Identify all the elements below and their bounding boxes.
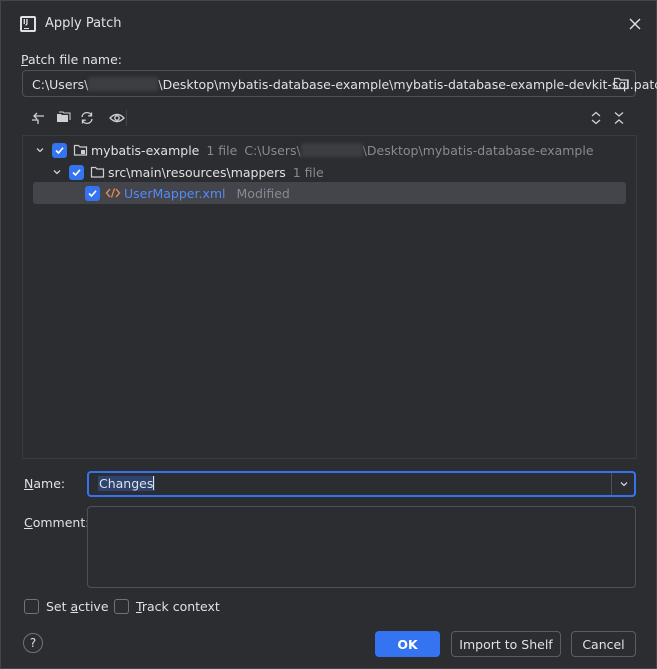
- set-active-checkbox[interactable]: [24, 599, 39, 614]
- folder-icon: [613, 77, 629, 90]
- module-path: C:\Users\ \Desktop\mybatis-database-examp…: [244, 142, 594, 158]
- patch-file-path: C:\Users\ \Desktop\mybatis-database-examp…: [32, 77, 657, 92]
- file-name: UserMapper.xml: [124, 185, 226, 201]
- close-button[interactable]: [623, 13, 647, 35]
- help-button[interactable]: ?: [23, 633, 43, 653]
- apply-patch-dialog: IJ Apply Patch Patch file name: C:\Users…: [0, 0, 657, 669]
- tree-row-file[interactable]: UserMapper.xml Modified: [33, 182, 626, 204]
- browse-folder-button[interactable]: [613, 76, 631, 92]
- comment-label: Comment:: [24, 515, 90, 530]
- expand-all-button[interactable]: [586, 108, 606, 128]
- checkbox-module[interactable]: [52, 142, 67, 158]
- dialog-title: Apply Patch: [45, 16, 122, 31]
- xml-file-icon: [105, 185, 121, 201]
- name-label: Name:: [24, 476, 66, 491]
- intellij-app-icon: IJ: [20, 16, 36, 32]
- chevron-down-icon: [620, 482, 628, 487]
- show-diff-button[interactable]: [107, 108, 127, 128]
- refresh-icon: [81, 111, 93, 125]
- tree-row-directory[interactable]: src\main\resources\mappers 1 file: [50, 161, 628, 183]
- checkbox-file[interactable]: [85, 185, 100, 201]
- close-icon: [629, 18, 641, 30]
- map-to-base-button[interactable]: [28, 108, 48, 128]
- module-name: mybatis-example: [91, 142, 200, 158]
- track-context-label[interactable]: Track context: [136, 599, 220, 614]
- module-folder-icon: [72, 142, 88, 158]
- group-by-directory-button[interactable]: [53, 108, 73, 128]
- checkmark-icon: [72, 168, 81, 176]
- cancel-button[interactable]: Cancel: [571, 631, 636, 657]
- chevron-down-icon[interactable]: [33, 143, 47, 157]
- dropdown-button[interactable]: [617, 477, 631, 491]
- eye-icon: [109, 113, 125, 123]
- collapse-all-icon: [614, 112, 624, 124]
- refresh-button[interactable]: [77, 108, 97, 128]
- changelist-name-value[interactable]: Changes: [98, 476, 156, 491]
- tree-row-module[interactable]: mybatis-example 1 file C:\Users\ \Desktop…: [33, 139, 628, 161]
- title-bar: IJ Apply Patch: [1, 1, 656, 45]
- set-active-label[interactable]: Set active: [46, 599, 109, 614]
- module-file-count: 1 file: [206, 142, 238, 158]
- checkmark-icon: [55, 146, 64, 154]
- file-status: Modified: [236, 185, 290, 201]
- folder-icon: [89, 164, 105, 180]
- redacted-username: [88, 77, 159, 91]
- import-to-shelf-button[interactable]: Import to Shelf: [451, 631, 561, 657]
- checkbox-directory[interactable]: [69, 164, 84, 180]
- directory-name: src\main\resources\mappers: [108, 164, 286, 180]
- patch-file-input[interactable]: C:\Users\ \Desktop\mybatis-database-examp…: [22, 70, 657, 97]
- checkmark-icon: [88, 189, 97, 197]
- arrow-left-merge-icon: [32, 112, 44, 124]
- dropdown-separator: [611, 473, 612, 495]
- tree-toolbar: [23, 105, 637, 131]
- directory-file-count: 1 file: [292, 164, 324, 180]
- folder-group-icon: [57, 111, 71, 122]
- comment-textarea[interactable]: [87, 506, 636, 588]
- changes-tree[interactable]: mybatis-example 1 file C:\Users\ \Desktop…: [22, 135, 637, 459]
- track-context-checkbox[interactable]: [114, 599, 129, 614]
- ok-button[interactable]: OK: [375, 631, 440, 657]
- collapse-all-button[interactable]: [609, 108, 629, 128]
- chevron-down-icon[interactable]: [50, 165, 64, 179]
- redacted-username: [300, 142, 363, 157]
- changelist-name-combobox[interactable]: Changes: [87, 471, 636, 497]
- expand-all-icon: [591, 111, 601, 125]
- patch-file-label: Patch file name:: [21, 52, 122, 67]
